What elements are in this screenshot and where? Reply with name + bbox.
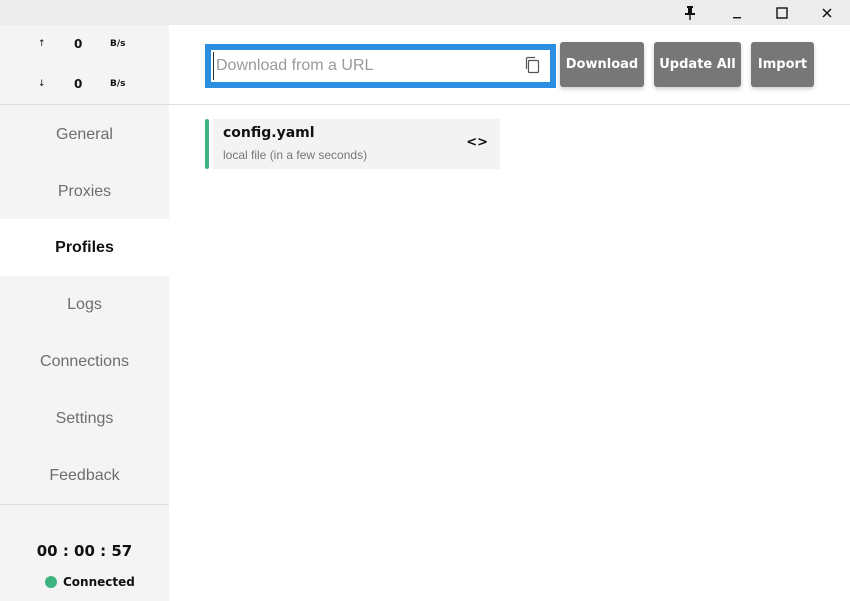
sidebar-item-feedback[interactable]: Feedback (0, 447, 169, 504)
upload-unit: B/s (110, 39, 126, 49)
status-label: Connected (63, 575, 135, 589)
sidebar: ↑ 0 B/s ↓ 0 B/s General Proxies Profiles… (0, 25, 169, 601)
download-button[interactable]: Download (560, 42, 644, 87)
profile-card[interactable]: config.yaml local file (in a few seconds… (205, 119, 500, 169)
maximize-icon[interactable] (759, 0, 804, 25)
sidebar-item-profiles[interactable]: Profiles (0, 219, 169, 276)
download-speed: ↓ 0 B/s (0, 75, 169, 95)
traffic-speed: ↑ 0 B/s ↓ 0 B/s (0, 25, 169, 105)
toolbar-divider (169, 104, 850, 105)
paste-icon[interactable] (524, 56, 542, 76)
minimize-icon[interactable] (714, 0, 759, 25)
sidebar-item-connections[interactable]: Connections (0, 333, 169, 390)
code-edit-icon[interactable]: <> (466, 135, 488, 150)
sidebar-item-general[interactable]: General (0, 106, 169, 163)
sidebar-item-proxies[interactable]: Proxies (0, 163, 169, 220)
uptime-timer: 00 : 00 : 57 (36, 542, 133, 560)
sidebar-item-logs[interactable]: Logs (0, 276, 169, 333)
close-icon[interactable] (804, 0, 849, 25)
connection-status-panel: 00 : 00 : 57 Connected (0, 504, 169, 601)
profile-name: config.yaml (223, 125, 315, 141)
upload-value: 0 (74, 37, 83, 51)
profile-card-body[interactable]: config.yaml local file (in a few seconds… (213, 119, 500, 169)
url-input-container[interactable] (205, 44, 556, 88)
upload-arrow-icon: ↑ (38, 39, 46, 49)
pin-icon[interactable] (667, 0, 712, 25)
title-bar (0, 0, 850, 25)
profile-active-indicator (205, 119, 209, 169)
download-value: 0 (74, 77, 83, 91)
sidebar-item-settings[interactable]: Settings (0, 390, 169, 447)
import-button[interactable]: Import (751, 42, 814, 87)
upload-speed: ↑ 0 B/s (0, 35, 169, 55)
update-all-button[interactable]: Update All (654, 42, 741, 87)
status-dot-icon (45, 576, 57, 588)
status-indicator: Connected (45, 575, 135, 589)
profile-subtitle: local file (in a few seconds) (223, 148, 368, 162)
main-content: Download Update All Import config.yaml l… (169, 25, 850, 601)
download-unit: B/s (110, 79, 126, 89)
download-arrow-icon: ↓ (38, 79, 46, 89)
url-input[interactable] (213, 52, 513, 80)
